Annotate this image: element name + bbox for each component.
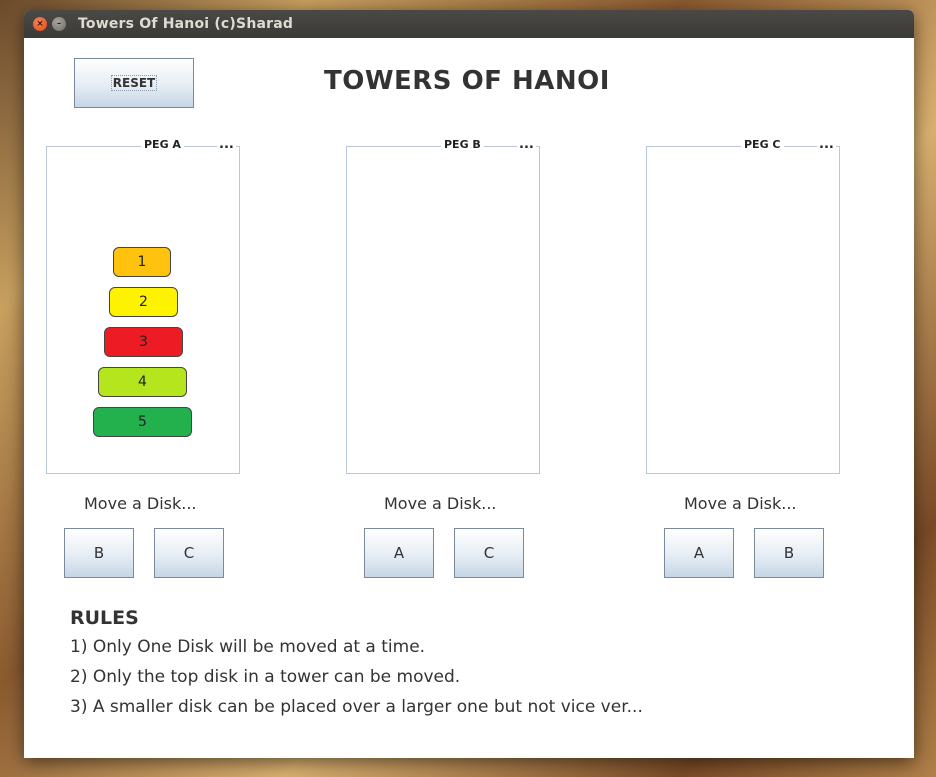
peg-a-move-label: Move a Disk...: [84, 494, 197, 513]
rule-1: 1) Only One Disk will be moved at a time…: [70, 637, 426, 657]
disk-3[interactable]: 3: [104, 327, 183, 357]
peg-b-label: PEG B: [441, 138, 484, 151]
peg-c-panel: [646, 146, 840, 474]
rule-3: 3) A smaller disk can be placed over a l…: [70, 697, 643, 717]
disk-1[interactable]: 1: [113, 247, 171, 277]
peg-c-move-to-a-button[interactable]: A: [664, 528, 734, 578]
disk-5-label: 5: [138, 414, 147, 430]
disk-4[interactable]: 4: [98, 367, 187, 397]
app-window: × – Towers Of Hanoi (c)Sharad RESET TOWE…: [24, 10, 914, 758]
disk-5[interactable]: 5: [93, 407, 192, 437]
window-title: Towers Of Hanoi (c)Sharad: [78, 16, 294, 32]
peg-a-move-to-b-button[interactable]: B: [64, 528, 134, 578]
close-icon[interactable]: ×: [33, 17, 47, 31]
rules-heading: RULES: [70, 607, 139, 629]
reset-button[interactable]: RESET: [74, 58, 194, 108]
minimize-icon[interactable]: –: [52, 17, 66, 31]
peg-a-dots: ...: [217, 137, 236, 152]
peg-c-dots: ...: [817, 137, 836, 152]
disk-1-label: 1: [137, 254, 147, 270]
peg-a-move-to-c-button[interactable]: C: [154, 528, 224, 578]
reset-button-label: RESET: [110, 75, 158, 91]
peg-b-panel: [346, 146, 540, 474]
rule-2: 2) Only the top disk in a tower can be m…: [70, 667, 461, 687]
disk-3-label: 3: [139, 334, 148, 350]
peg-b-move-to-c-button[interactable]: C: [454, 528, 524, 578]
page-title: TOWERS OF HANOI: [324, 66, 610, 96]
disk-2[interactable]: 2: [109, 287, 178, 317]
disk-2-label: 2: [139, 294, 148, 310]
disk-4-label: 4: [138, 374, 147, 390]
peg-c-move-label: Move a Disk...: [684, 494, 797, 513]
peg-a-label: PEG A: [141, 138, 184, 151]
peg-b-move-label: Move a Disk...: [384, 494, 497, 513]
peg-c-label: PEG C: [741, 138, 784, 151]
peg-c-move-to-b-button[interactable]: B: [754, 528, 824, 578]
peg-b-move-to-a-button[interactable]: A: [364, 528, 434, 578]
peg-b-dots: ...: [517, 137, 536, 152]
title-bar: × – Towers Of Hanoi (c)Sharad: [24, 10, 914, 38]
